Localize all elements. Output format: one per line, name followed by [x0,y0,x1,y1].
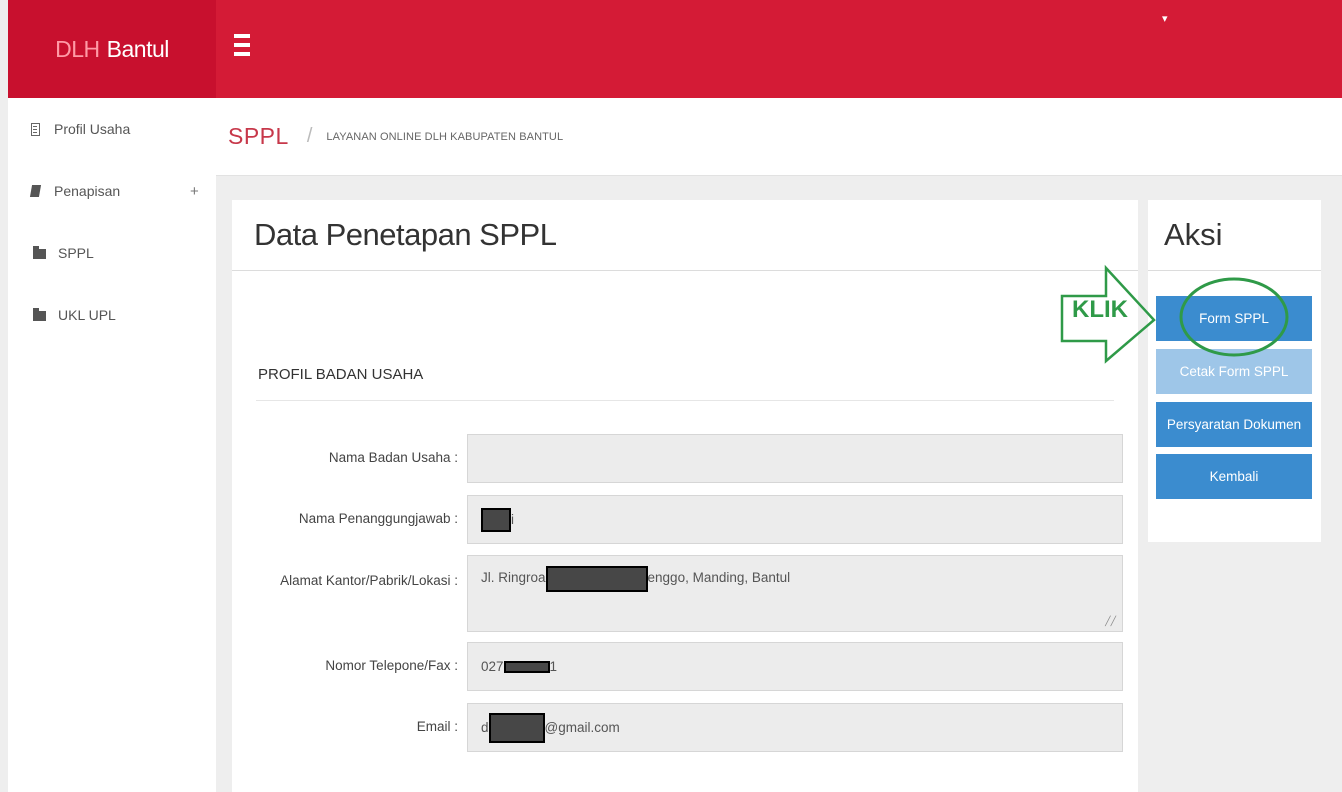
breadcrumb: SPPL / LAYANAN ONLINE DLH KABUPATEN BANT… [216,98,1342,176]
sidebar-item-profil-usaha[interactable]: Profil Usaha [8,98,216,160]
data-panel: Data Penetapan SPPL PROFIL BADAN USAHA N… [232,200,1138,792]
breadcrumb-separator: / [306,125,313,147]
field-label: Nama Badan Usaha : [328,450,458,465]
redaction-box [545,566,648,592]
breadcrumb-subtitle: LAYANAN ONLINE DLH KABUPATEN BANTUL [326,130,564,143]
field-value-suffix: enggo, Manding, Bantul [647,570,791,585]
nama-penanggungjawab-field[interactable]: i [467,495,1123,544]
sidebar-item-label: Profil Usaha [54,121,131,137]
sidebar-item-label: UKL UPL [58,307,116,323]
redaction-box [503,660,550,673]
page-title: SPPL [228,123,289,149]
sidebar-item-penapisan[interactable]: Penapisan + [8,160,216,222]
field-label: Alamat Kantor/Pabrik/Lokasi : [280,573,458,588]
user-dropdown-caret-icon[interactable]: ▾ [1162,12,1168,25]
sidebar: Profil Usaha Penapisan + SPPL UKL UPL [8,98,216,792]
sidebar-item-sppl[interactable]: SPPL [8,222,216,284]
expand-plus-icon[interactable]: + [190,183,199,200]
section-divider [256,400,1114,401]
field-value-suffix: i [511,512,514,527]
brand-logo[interactable]: DLH Bantul [8,0,216,98]
resize-handle-icon[interactable]: ╱╱ [1105,616,1116,627]
cetak-form-sppl-button[interactable]: Cetak Form SPPL [1156,349,1312,394]
field-value-prefix: d [481,720,489,735]
action-panel: Aksi Form SPPL Cetak Form SPPL Persyarat… [1148,200,1321,542]
sidebar-item-label: Penapisan [54,183,121,199]
book-icon [28,185,42,197]
action-panel-title: Aksi [1164,217,1223,252]
brand-prefix: DLH [55,35,100,62]
top-navbar: ▾ [216,0,1342,98]
persyaratan-dokumen-button[interactable]: Persyaratan Dokumen [1156,402,1312,447]
folder-icon [32,246,46,259]
email-field[interactable]: d @gmail.com [467,703,1123,752]
field-value-suffix: 1 [549,659,558,674]
field-label: Nama Penanggungjawab : [298,511,458,526]
panel-header: Data Penetapan SPPL [232,200,1138,271]
field-value-prefix: 027 [481,659,504,674]
field-label: Email : [416,719,458,734]
annotation-klik-label: KLIK [1072,296,1128,323]
app-window: DLH Bantul ▾ Profil Usaha Penapisan + SP… [0,0,1342,792]
section-title: PROFIL BADAN USAHA [258,366,424,383]
action-panel-header: Aksi [1148,200,1321,271]
alamat-textarea[interactable]: Jl. Ringroa enggo, Manding, Bantul ╱╱ [467,555,1123,632]
field-value-prefix: Jl. Ringroa [481,570,546,585]
panel-title: Data Penetapan SPPL [254,217,557,252]
sidebar-item-label: SPPL [58,245,94,261]
redaction-box [481,507,511,532]
brand-name: Bantul [106,35,170,62]
field-label: Nomor Telepone/Fax : [325,658,458,673]
field-value-suffix: @gmail.com [544,720,620,735]
sidebar-item-ukl-upl[interactable]: UKL UPL [8,284,216,346]
kembali-button[interactable]: Kembali [1156,454,1312,499]
nama-badan-usaha-field[interactable] [467,434,1123,483]
document-icon [28,122,42,136]
folder-icon [32,308,46,321]
telepon-field[interactable]: 027 1 [467,642,1123,691]
redaction-box [488,712,545,743]
hamburger-menu-icon[interactable] [234,34,250,56]
form-sppl-button[interactable]: Form SPPL [1156,296,1312,341]
